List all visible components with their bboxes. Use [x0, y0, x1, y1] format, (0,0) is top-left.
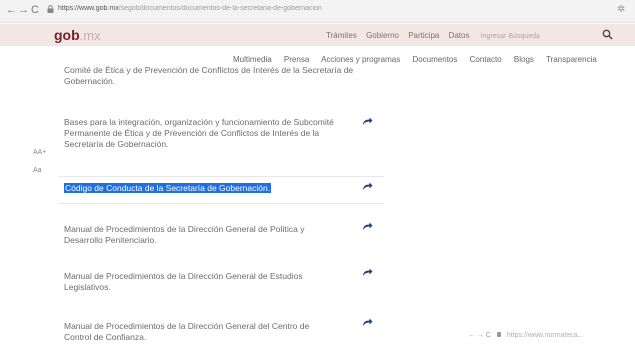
- url-host: https://www.gob.mx: [58, 5, 119, 12]
- top-nav-tramites[interactable]: Trámites: [326, 31, 357, 40]
- document-link[interactable]: Manual de Procedimientos de la Dirección…: [64, 321, 324, 343]
- share-icon[interactable]: [362, 117, 373, 126]
- subnav-acciones[interactable]: Acciones y programas: [321, 55, 400, 64]
- browser-toolbar: ← → C https://www.gob.mx/segob/documento…: [0, 0, 635, 23]
- share-icon[interactable]: [362, 182, 373, 191]
- subnav-transparencia[interactable]: Transparencia: [546, 55, 597, 64]
- logo-tld: .mx: [79, 28, 101, 43]
- subnav-prensa[interactable]: Prensa: [284, 55, 309, 64]
- list-item[interactable]: Código de Conducta de la Secretaría de G…: [64, 183, 364, 194]
- url-path: /segob/documentos/documentos-de-la-secre…: [118, 5, 322, 12]
- address-bar[interactable]: https://www.gob.mx/segob/documentos/docu…: [58, 5, 528, 12]
- subnav-multimedia[interactable]: Multimedia: [233, 55, 272, 64]
- top-nav-datos[interactable]: Datos: [449, 31, 470, 40]
- subnav-contacto[interactable]: Contacto: [470, 55, 502, 64]
- top-nav: Trámites Gobierno Participa Datos Ingres…: [326, 31, 547, 40]
- document-link[interactable]: Bases para la integración, organización …: [64, 117, 334, 150]
- document-link-selected[interactable]: Código de Conducta de la Secretaría de G…: [64, 183, 272, 193]
- site-logo[interactable]: gob.mx: [54, 27, 101, 43]
- share-icon[interactable]: [362, 268, 373, 277]
- logo-main: gob: [54, 27, 80, 43]
- share-icon[interactable]: [362, 318, 373, 327]
- subnav-documentos[interactable]: Documentos: [412, 55, 457, 64]
- font-increase-button[interactable]: AA+: [33, 149, 46, 156]
- mini-address-bar: ← → C https://www.normateca...: [468, 332, 584, 339]
- extension-icon[interactable]: ✲: [617, 4, 625, 15]
- subnav-blogs[interactable]: Blogs: [514, 55, 534, 64]
- list-item[interactable]: Manual de Procedimientos de la Dirección…: [64, 271, 324, 293]
- top-nav-participa[interactable]: Participa: [408, 31, 439, 40]
- search-input[interactable]: Ingresar Búsqueda: [481, 33, 540, 40]
- mini-nav-buttons[interactable]: ← → C: [468, 332, 491, 339]
- search-icon[interactable]: [602, 29, 613, 40]
- list-item[interactable]: Manual de Procedimientos de la Dirección…: [64, 321, 324, 343]
- secondary-nav: Multimedia Prensa Acciones y programas D…: [233, 55, 607, 64]
- list-item[interactable]: Comité de Ética y de Prevención de Confl…: [64, 65, 354, 87]
- font-decrease-button[interactable]: Aa: [33, 167, 42, 174]
- reload-button[interactable]: C: [31, 4, 39, 16]
- mini-url[interactable]: https://www.normateca...: [507, 332, 584, 339]
- document-link[interactable]: Comité de Ética y de Prevención de Confl…: [64, 65, 354, 87]
- forward-button[interactable]: →: [18, 4, 29, 16]
- site-header: gob.mx Trámites Gobierno Participa Datos…: [0, 24, 635, 46]
- list-item[interactable]: Manual de Procedimientos de la Dirección…: [64, 224, 324, 246]
- top-nav-gobierno[interactable]: Gobierno: [366, 31, 399, 40]
- share-icon[interactable]: [362, 222, 373, 231]
- document-link[interactable]: Manual de Procedimientos de la Dirección…: [64, 224, 324, 246]
- document-link[interactable]: Manual de Procedimientos de la Dirección…: [64, 271, 324, 293]
- list-item[interactable]: Bases para la integración, organización …: [64, 117, 334, 150]
- mini-lock-icon: [496, 332, 501, 337]
- lock-icon: [47, 5, 54, 13]
- back-button[interactable]: ←: [6, 4, 17, 16]
